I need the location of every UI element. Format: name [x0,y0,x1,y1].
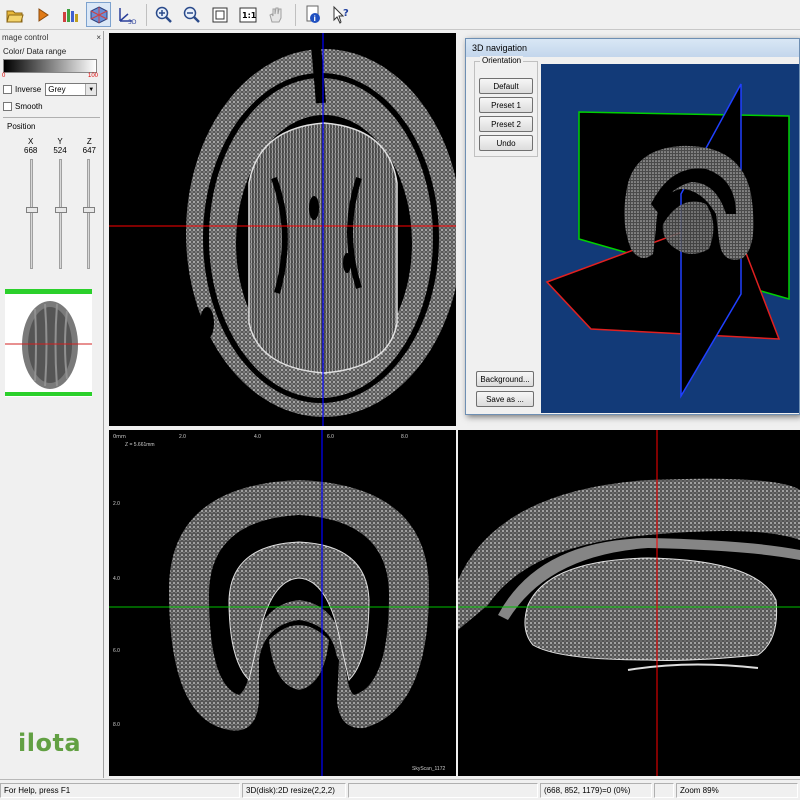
company-logo: ilota [18,729,82,757]
svg-text:0mm: 0mm [113,434,126,440]
svg-text:Z = 5.661mm: Z = 5.661mm [125,442,155,448]
fit-window-icon[interactable] [207,2,232,27]
zoom-out-icon[interactable] [179,2,204,27]
3d-navigation-dialog: 3D navigation Orientation Default Preset… [465,38,800,415]
info-icon[interactable]: i [300,2,325,27]
3d-view-icon[interactable] [86,2,111,27]
pan-hand-icon[interactable] [263,2,288,27]
orientation-group: Orientation Default Preset 1 Preset 2 Un… [474,56,538,157]
svg-text:4.0: 4.0 [254,434,261,440]
slider-z[interactable] [83,159,95,269]
svg-text:6.0: 6.0 [327,434,334,440]
svg-text:?: ? [343,8,349,19]
default-button[interactable]: Default [479,78,533,94]
sagittal-view[interactable] [458,430,800,776]
inverse-label: Inverse [15,85,42,94]
coronal-view[interactable]: 0mm 2.0 4.0 6.0 8.0 Z = 5.661mm 2.0 4.0 … [109,430,456,776]
slider-z-thumb[interactable] [83,207,95,213]
svg-text:1:1: 1:1 [242,11,257,20]
position-headers: X 668 Y 524 Z 647 [24,137,96,155]
axis-x-value: 668 [24,146,38,155]
axis-y-name: Y [57,137,63,146]
actual-size-icon[interactable]: 1:1 [235,2,260,27]
open-icon[interactable] [2,2,27,27]
smooth-checkbox[interactable] [3,102,12,111]
slider-y[interactable] [54,159,67,269]
play-icon[interactable] [30,2,55,27]
slider-y-thumb[interactable] [54,207,67,213]
axis-z-value: 647 [82,146,96,155]
slider-x[interactable] [26,159,38,269]
svg-text:3D: 3D [128,19,137,25]
status-coords: (668, 852, 1179)=0 (0%) [540,782,652,798]
chevron-down-icon: ▼ [85,84,97,95]
color-histogram-icon[interactable] [58,2,83,27]
svg-text:2.0: 2.0 [113,501,120,507]
position-label: Position [7,122,36,131]
toolbar: 3D 1:1 i ? [0,0,800,30]
svg-text:4.0: 4.0 [113,576,120,582]
svg-text:SkyScan_1172: SkyScan_1172 [412,766,445,772]
svg-text:i: i [313,15,315,23]
undo-button[interactable]: Undo [479,135,533,151]
save-as-button[interactable]: Save as ... [476,391,534,407]
3d-render-canvas[interactable] [541,64,799,413]
axial-view[interactable] [109,33,456,426]
svg-text:8.0: 8.0 [401,434,408,440]
axis-y-value: 524 [53,146,67,155]
status-bar: For Help, press F1 3D(disk):2D resize(2,… [0,779,800,800]
close-icon[interactable]: × [96,33,101,42]
whats-this-icon[interactable]: ? [328,2,353,27]
preset-2-button[interactable]: Preset 2 [479,116,533,132]
orientation-label: Orientation [480,56,524,65]
range-max: 100 [87,73,98,79]
color-range-bar[interactable] [3,59,97,73]
xyz-3d-icon[interactable]: 3D [114,2,139,27]
svg-text:8.0: 8.0 [113,722,120,728]
position-sliders [26,159,95,269]
svg-text:2.0: 2.0 [179,434,186,440]
zoom-in-icon[interactable] [151,2,176,27]
status-mode: 3D(disk):2D resize(2,2,2) [242,782,346,798]
smooth-label: Smooth [15,102,43,111]
background-button[interactable]: Background... [476,371,534,387]
image-control-panel: mage control × Color/ Data range 0 100 I… [0,31,104,778]
axis-x-name: X [28,137,34,146]
range-min: 0 [2,73,6,79]
slider-x-thumb[interactable] [26,207,38,213]
color-range-label: Color/ Data range [3,47,67,56]
panel-title: mage control [2,32,49,42]
svg-text:6.0: 6.0 [113,648,120,654]
colormap-select[interactable]: Grey ▼ [45,83,98,96]
status-help: For Help, press F1 [0,782,240,798]
dialog-title: 3D navigation [466,39,799,57]
status-zoom: Zoom 89% [676,782,798,798]
overview-thumbnail[interactable] [5,289,92,397]
preset-1-button[interactable]: Preset 1 [479,97,533,113]
axis-z-name: Z [86,137,92,146]
inverse-checkbox[interactable] [3,85,12,94]
